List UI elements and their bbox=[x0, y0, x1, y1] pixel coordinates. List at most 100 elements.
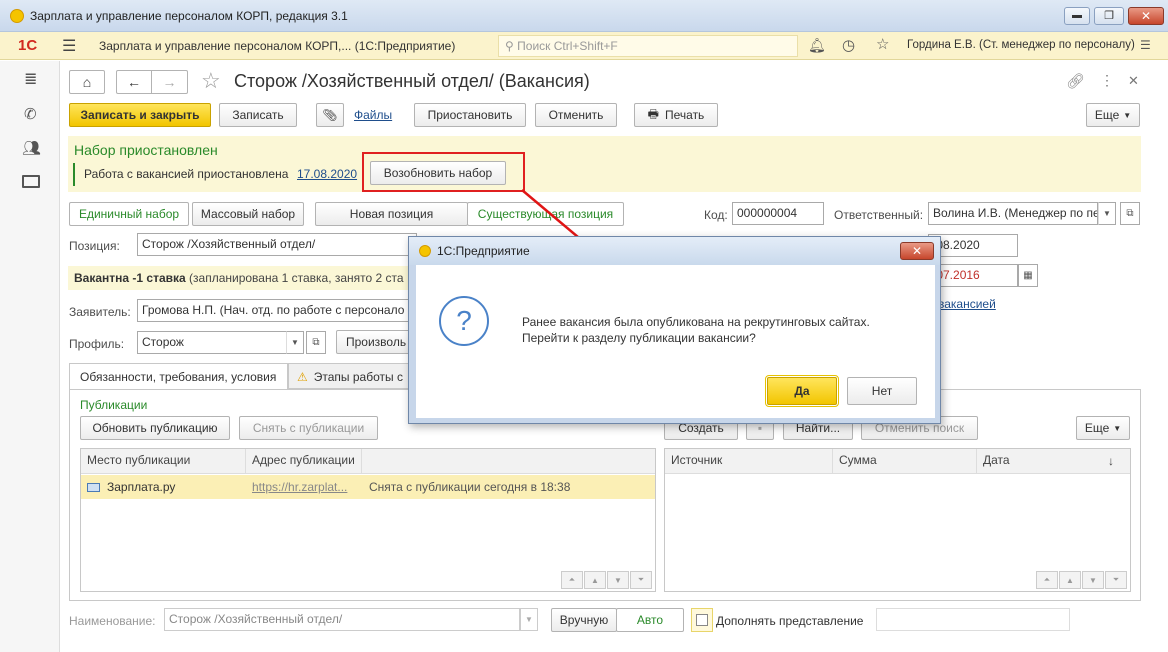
save-button[interactable]: Записать bbox=[219, 103, 297, 127]
svg-text:?: ? bbox=[456, 305, 472, 336]
manual-toggle[interactable]: Вручную bbox=[551, 608, 617, 632]
more-button[interactable]: Еще ▼ bbox=[1086, 103, 1140, 127]
app-logo-icon bbox=[10, 9, 24, 23]
files-link[interactable]: Файлы bbox=[354, 108, 392, 122]
paused-date-link[interactable]: 17.08.2020 bbox=[297, 167, 357, 181]
responsible-dropdown[interactable]: ▼ bbox=[1098, 202, 1116, 225]
applicant-field[interactable]: Громова Н.П. (Нач. отд. по работе с перс… bbox=[137, 299, 417, 322]
right-more-button[interactable]: Еще ▼ bbox=[1076, 416, 1130, 440]
date-field-2[interactable]: .07.2016 bbox=[928, 264, 1018, 287]
new-position-toggle[interactable]: Новая позиция bbox=[315, 202, 468, 226]
col-place[interactable]: Место публикации bbox=[81, 449, 246, 473]
sources-table: Источник Сумма Дата ↓ ⏶ ▲ ▼ ⏷ bbox=[664, 448, 1131, 592]
left-sidebar: ≣ ✆ 👥︎ bbox=[0, 61, 60, 652]
calendar-icon: ▦ bbox=[1023, 270, 1033, 281]
row-place: Зарплата.ру bbox=[107, 480, 176, 494]
col-source[interactable]: Источник bbox=[665, 449, 833, 473]
user-name[interactable]: Гордина Е.В. (Ст. менеджер по персоналу) bbox=[907, 39, 1135, 51]
phone-icon[interactable]: ✆ bbox=[24, 105, 37, 123]
refresh-publication-button[interactable]: Обновить публикацию bbox=[80, 416, 230, 440]
search-icon: ⚲ bbox=[505, 39, 514, 53]
forward-button[interactable]: → bbox=[152, 70, 188, 94]
position-label: Позиция: bbox=[69, 239, 120, 253]
form-title: Сторож /Хозяйственный отдел/ (Вакансия) bbox=[234, 71, 590, 91]
code-label: Код: bbox=[704, 208, 728, 222]
app-bar: 1С ☰ Зарплата и управление персоналом КО… bbox=[0, 32, 1168, 60]
col-sum[interactable]: Сумма bbox=[833, 449, 977, 473]
id-card-icon[interactable] bbox=[22, 175, 40, 188]
back-button[interactable]: ← bbox=[116, 70, 152, 94]
favorites-star-icon[interactable]: ☆ bbox=[876, 35, 889, 53]
single-hiring-toggle[interactable]: Единичный набор bbox=[69, 202, 189, 226]
question-icon: ? bbox=[439, 296, 489, 346]
window-title: Зарплата и управление персоналом КОРП, р… bbox=[30, 9, 348, 23]
dialog-logo-icon bbox=[419, 245, 431, 257]
remove-publication-button[interactable]: Снять с публикации bbox=[239, 416, 378, 440]
col-url[interactable]: Адрес публикации bbox=[246, 449, 362, 473]
responsible-field[interactable]: Волина И.В. (Менеджер по пе bbox=[928, 202, 1098, 225]
dialog-body: ? Ранее вакансия была опубликована на ре… bbox=[416, 265, 935, 418]
bell-icon[interactable]: 🔔︎ bbox=[808, 37, 826, 54]
minimize-button[interactable]: ▬ bbox=[1064, 7, 1090, 25]
name-label: Наименование: bbox=[69, 614, 156, 628]
supplement-checkbox[interactable] bbox=[691, 608, 713, 632]
supplement-field[interactable] bbox=[876, 608, 1070, 631]
yes-button[interactable]: Да bbox=[765, 375, 839, 407]
calendar-button[interactable]: ▦ bbox=[1018, 264, 1038, 287]
history-icon[interactable]: ◷ bbox=[842, 36, 855, 54]
table-header: Место публикации Адрес публикации bbox=[81, 449, 655, 474]
code-field[interactable]: 000000004 bbox=[732, 202, 824, 225]
dialog-titlebar: 1С:Предприятие ✕ bbox=[409, 237, 940, 265]
print-button[interactable]: 🖶 Печать bbox=[634, 103, 718, 127]
no-button[interactable]: Нет bbox=[847, 377, 917, 405]
date-field-1[interactable]: .08.2020 bbox=[928, 234, 1018, 257]
profile-dropdown[interactable]: ▼ bbox=[286, 331, 304, 354]
app-title: Зарплата и управление персоналом КОРП,..… bbox=[99, 39, 456, 53]
more-actions-icon[interactable]: ⋮ bbox=[1100, 72, 1114, 89]
close-window-button[interactable]: ✕ bbox=[1128, 7, 1164, 25]
row-url[interactable]: https://hr.zarplat... bbox=[252, 480, 347, 494]
dialog-close-button[interactable]: ✕ bbox=[900, 242, 934, 260]
home-button[interactable]: ⌂ bbox=[69, 70, 105, 94]
auto-toggle[interactable]: Авто bbox=[616, 608, 684, 632]
vacancy-link[interactable]: вакансией bbox=[938, 297, 996, 311]
scroll-last-button[interactable]: ⏷ bbox=[1105, 571, 1127, 589]
attach-button[interactable]: 📎︎ bbox=[316, 103, 344, 127]
banner-heading: Набор приостановлен bbox=[74, 142, 218, 158]
save-and-close-button[interactable]: Записать и закрыть bbox=[69, 103, 211, 127]
tab-duties[interactable]: Обязанности, требования, условия bbox=[69, 363, 288, 389]
maximize-button[interactable]: ❐ bbox=[1094, 7, 1124, 25]
sort-down-icon[interactable]: ↓ bbox=[1108, 454, 1114, 468]
pause-button[interactable]: Приостановить bbox=[414, 103, 526, 127]
scroll-up-button[interactable]: ▲ bbox=[584, 571, 606, 589]
publications-heading: Публикации bbox=[80, 398, 148, 412]
sections-icon[interactable]: ≣ bbox=[24, 69, 37, 89]
app-menu-icon[interactable]: ☰ bbox=[1140, 38, 1151, 52]
name-dropdown[interactable]: ▼ bbox=[520, 608, 538, 631]
close-form-icon[interactable]: ✕ bbox=[1128, 73, 1139, 89]
menu-icon[interactable]: ☰ bbox=[62, 36, 76, 56]
mass-hiring-toggle[interactable]: Массовый набор bbox=[192, 202, 304, 226]
scroll-down-button[interactable]: ▼ bbox=[1082, 571, 1104, 589]
tab-stages[interactable]: ⚠ Этапы работы с bbox=[288, 363, 418, 389]
profile-open-button[interactable]: ⧉ bbox=[306, 331, 326, 354]
position-field[interactable]: Сторож /Хозяйственный отдел/ bbox=[137, 233, 417, 256]
scroll-first-button[interactable]: ⏶ bbox=[561, 571, 583, 589]
link-icon[interactable]: 🔗︎ bbox=[1066, 72, 1085, 90]
scroll-down-button[interactable]: ▼ bbox=[607, 571, 629, 589]
name-field[interactable]: Сторож /Хозяйственный отдел/ bbox=[164, 608, 520, 631]
arbitrary-button[interactable]: Произволь bbox=[336, 330, 418, 354]
search-input[interactable]: ⚲ Поиск Ctrl+Shift+F bbox=[498, 35, 798, 57]
scroll-up-button[interactable]: ▲ bbox=[1059, 571, 1081, 589]
responsible-open-button[interactable]: ⧉ bbox=[1120, 202, 1140, 225]
users-icon[interactable]: 👥︎ bbox=[22, 139, 41, 157]
scroll-last-button[interactable]: ⏷ bbox=[630, 571, 652, 589]
profile-field[interactable]: Сторож bbox=[137, 331, 287, 354]
table-row[interactable]: Зарплата.ру https://hr.zarplat... Снята … bbox=[81, 475, 655, 499]
banner-text: Работа с вакансией приостановлена bbox=[84, 167, 289, 181]
favorite-star-icon[interactable]: ☆ bbox=[201, 68, 221, 94]
cancel-button[interactable]: Отменить bbox=[535, 103, 617, 127]
publications-table: Место публикации Адрес публикации Зарпла… bbox=[80, 448, 656, 592]
scroll-first-button[interactable]: ⏶ bbox=[1036, 571, 1058, 589]
highlight-frame bbox=[362, 152, 525, 192]
